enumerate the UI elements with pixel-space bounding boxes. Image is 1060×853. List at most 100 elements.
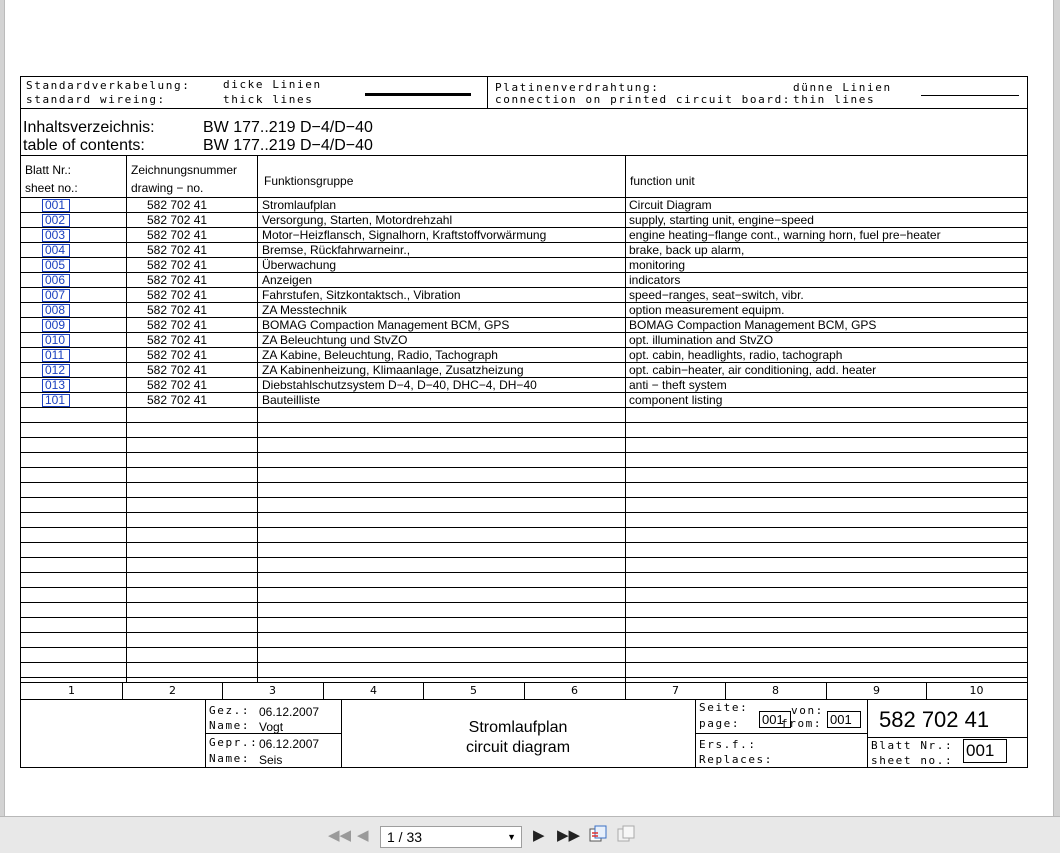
sheet-number-link[interactable]: 011: [42, 349, 70, 362]
function-unit-cell: opt. illumination and StvZO: [629, 333, 774, 347]
row-line: [21, 662, 1027, 663]
table-row: 003 582 702 41 Motor−Heizflansch, Signalho…: [21, 228, 1027, 243]
page-label-de: Seite:: [699, 701, 749, 714]
table-row: 010 582 702 41 ZA Beleuchtung und StvZO opt…: [21, 333, 1027, 348]
row-line: [21, 437, 1027, 438]
function-unit-cell: component listing: [629, 393, 723, 407]
drawing-number-cell: 582 702 41: [147, 333, 208, 347]
table-row: 009 582 702 41 BOMAG Compaction Management…: [21, 318, 1027, 333]
row-line: [21, 497, 1027, 498]
checked-name-label: Name:: [209, 752, 251, 765]
function-group-cell: Bauteilliste: [262, 393, 321, 407]
previous-page-button[interactable]: ◀: [357, 826, 369, 844]
drawing-number-cell: 582 702 41: [147, 348, 208, 362]
thin-lines-label-en: thin lines: [793, 93, 876, 106]
sheet-number-link[interactable]: 101: [42, 394, 70, 407]
function-unit-cell: supply, starting unit, engine−speed: [629, 213, 814, 227]
drawing-sheet: Standardverkabelung: standard wireing: d…: [20, 76, 1028, 768]
fit-width-icon[interactable]: [616, 824, 636, 844]
function-group-cell: Diebstahlschutzsystem D−4, D−40, DHC−4, …: [262, 378, 537, 392]
drawn-label: Gez.:: [209, 704, 251, 717]
drawn-name: Vogt: [259, 720, 284, 734]
toc-heading-de: Inhaltsverzeichnis:: [23, 119, 155, 136]
function-unit-cell: indicators: [629, 273, 681, 287]
drawing-number-cell: 582 702 41: [147, 228, 208, 242]
sheet-number-link[interactable]: 005: [42, 259, 70, 272]
drawing-number-cell: 582 702 41: [147, 258, 208, 272]
row-line: [21, 557, 1027, 558]
function-unit-cell: brake, back up alarm,: [629, 243, 745, 257]
document-title-de: Stromlaufplan: [468, 719, 568, 736]
sheet-no-label-de: Blatt Nr.:: [871, 739, 954, 752]
replaces-label-en: Replaces:: [699, 753, 774, 766]
tb-split-right: [695, 733, 867, 734]
sheet-number-link[interactable]: 004: [42, 244, 70, 257]
sheet-number-link[interactable]: 006: [42, 274, 70, 287]
of-value: 001: [827, 711, 861, 728]
model-en: BW 177..219 D−4/D−40: [203, 137, 373, 154]
first-page-button[interactable]: ◀◀: [328, 826, 351, 844]
tb-split-far-right: [867, 737, 1027, 738]
function-unit-cell: opt. cabin, headlights, radio, tachograp…: [629, 348, 843, 362]
function-group-cell: Stromlaufplan: [262, 198, 337, 212]
row-line: [21, 632, 1027, 633]
colnum-bottom-line: [21, 699, 1027, 700]
standard-wiring-label-en: standard wireing:: [26, 93, 166, 106]
function-group-cell: Bremse, Rückfahrwarneinr.,: [262, 243, 411, 257]
col-sheet-header-de: Blatt Nr.:: [25, 163, 72, 177]
row-line: [21, 617, 1027, 618]
fit-page-icon[interactable]: [588, 824, 608, 844]
thick-line-sample: [365, 93, 471, 96]
page-selector[interactable]: 1 / 33 ▼: [380, 826, 522, 848]
column-number: 7: [672, 684, 679, 697]
drawing-number-cell: 582 702 41: [147, 363, 208, 377]
col-drawing-header-de: Zeichnungsnummer: [131, 163, 238, 177]
legend-divider: [487, 77, 488, 108]
row-line: [21, 677, 1027, 678]
tb-divider-d: [867, 699, 868, 767]
table-row: 006 582 702 41 Anzeigen indicators: [21, 273, 1027, 288]
sheet-number-link[interactable]: 008: [42, 304, 70, 317]
row-line: [21, 527, 1027, 528]
drawing-number-cell: 582 702 41: [147, 198, 208, 212]
column-number: 1: [68, 684, 75, 697]
sheet-number-link[interactable]: 002: [42, 214, 70, 227]
sheet-number-link[interactable]: 001: [42, 199, 70, 212]
row-line: [21, 647, 1027, 648]
standard-wiring-label-de: Standardverkabelung:: [26, 79, 191, 92]
of-label-en: from:: [781, 717, 823, 730]
replaces-label-de: Ers.f.:: [699, 738, 757, 751]
page-indicator: 1 / 33: [387, 829, 423, 845]
thick-lines-label-en: thick lines: [223, 93, 314, 106]
checked-date: 06.12.2007: [259, 737, 320, 751]
function-group-cell: BOMAG Compaction Management BCM, GPS: [262, 318, 510, 332]
table-row: 007 582 702 41 Fahrstufen, Sitzkontaktsch.…: [21, 288, 1027, 303]
next-page-button[interactable]: ▶: [533, 826, 545, 844]
sheet-number-link[interactable]: 013: [42, 379, 70, 392]
function-unit-cell: option measurement equipm.: [629, 303, 785, 317]
col-group-header: Funktionsgruppe: [264, 174, 354, 188]
row-line: [21, 467, 1027, 468]
function-group-cell: Versorgung, Starten, Motordrehzahl: [262, 213, 453, 227]
drawing-number-cell: 582 702 41: [147, 318, 208, 332]
col-drawing-header-en: drawing − no.: [131, 181, 204, 195]
last-page-button[interactable]: ▶▶: [557, 826, 580, 844]
sheet-number-link[interactable]: 009: [42, 319, 70, 332]
drawing-number-cell: 582 702 41: [147, 303, 208, 317]
sheet-number-link[interactable]: 012: [42, 364, 70, 377]
drawing-number-cell: 582 702 41: [147, 288, 208, 302]
thin-line-sample: [921, 95, 1019, 96]
column-number: 2: [169, 684, 176, 697]
checked-name: Seis: [259, 753, 283, 767]
sheet-number-link[interactable]: 007: [42, 289, 70, 302]
table-row: 004 582 702 41 Bremse, Rückfahrwarneinr., b…: [21, 243, 1027, 258]
row-line: [21, 572, 1027, 573]
table-row: 013 582 702 41 Diebstahlschutzsystem D−4, …: [21, 378, 1027, 393]
page-label-en: page:: [699, 717, 741, 730]
column-number: 4: [370, 684, 377, 697]
sheet-number-link[interactable]: 003: [42, 229, 70, 242]
sheet-number-link[interactable]: 010: [42, 334, 70, 347]
drawing-number-cell: 582 702 41: [147, 213, 208, 227]
sheet-no-label-en: sheet no.:: [871, 754, 954, 767]
col-unit-header: function unit: [630, 174, 695, 188]
